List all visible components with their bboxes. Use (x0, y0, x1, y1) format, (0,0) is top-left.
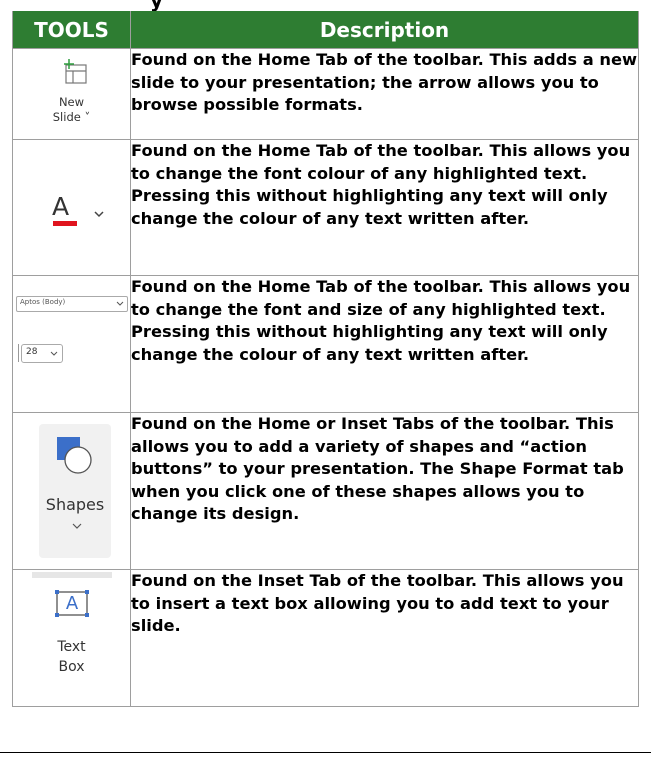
font-name-select: Aptos (Body) (16, 296, 128, 312)
shapes-label: Shapes (45, 495, 105, 514)
label-line: Text (57, 639, 86, 655)
row-description: Found on the Home or Inset Tabs of the t… (130, 412, 639, 570)
font-colour-bar (53, 221, 77, 226)
table-row: A Found on the Home Tab of the toolbar. … (12, 139, 639, 276)
tools-table: TOOLS Description New Slide ˅ Found on t… (12, 11, 639, 707)
row-description: Found on the Home Tab of the toolbar. Th… (130, 48, 639, 140)
tool-cell: Aptos (Body) 28 (12, 275, 131, 413)
description-header: Description (130, 11, 639, 49)
tool-cell: Shapes (12, 412, 131, 570)
tools-header: TOOLS (12, 11, 131, 49)
tool-cell: New Slide ˅ (12, 48, 131, 140)
label-line: New (58, 95, 85, 109)
row-description: Found on the Inset Tab of the toolbar. T… (130, 569, 639, 707)
font-colour-glyph: A (52, 192, 70, 221)
text-box-glyph: A (65, 593, 79, 614)
font-size-value: 28 (26, 347, 38, 357)
chevron-down-icon (116, 301, 124, 306)
table-row: Aptos (Body) 28 Found on the Home Tab of… (12, 275, 639, 413)
tool-cell: A (12, 139, 131, 276)
label-line: Box (58, 659, 85, 675)
new-slide-label: New Slide ˅ (13, 95, 130, 125)
row-description: Found on the Home Tab of the toolbar. Th… (130, 275, 639, 413)
chevron-down-icon (50, 351, 58, 356)
divider (18, 344, 19, 362)
table-row: A Text Box Found on the Inset Tab of the… (12, 569, 639, 707)
font-size-select: 28 (21, 344, 63, 363)
font-name-value: Aptos (Body) (20, 298, 66, 306)
page-rule (0, 752, 651, 753)
row-description: Found on the Home Tab of the toolbar. Th… (130, 139, 639, 276)
tool-cell: A Text Box (12, 569, 131, 707)
chevron-down-icon (94, 211, 104, 218)
label-line: Slide ˅ (52, 110, 91, 124)
shapes-icon (57, 437, 92, 529)
header-row: TOOLS Description (12, 11, 639, 49)
table-row: Shapes Found on the Home or Inset Tabs o… (12, 412, 639, 570)
text-box-label: Text Box (13, 637, 130, 677)
table-row: New Slide ˅ Found on the Home Tab of the… (12, 48, 639, 140)
